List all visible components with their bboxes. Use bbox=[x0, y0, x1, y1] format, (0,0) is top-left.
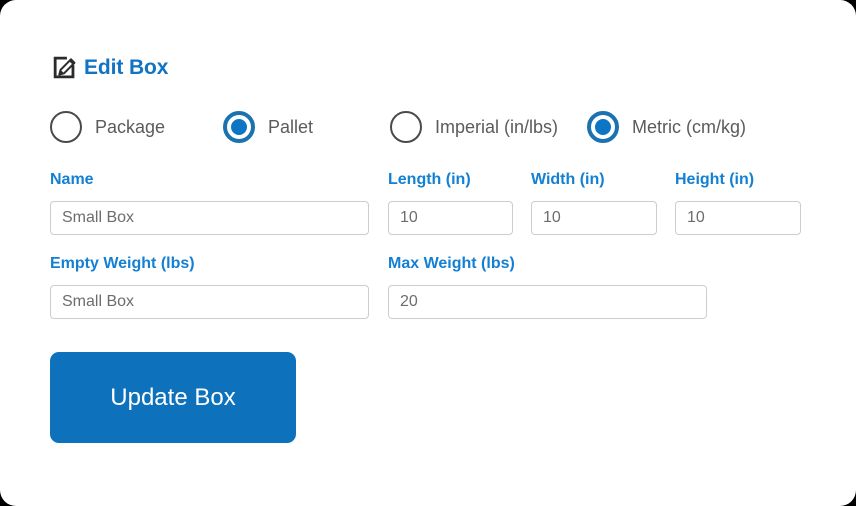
height-input[interactable] bbox=[675, 201, 801, 235]
form-content: Edit Box Package Pallet Imperial (in/lbs… bbox=[50, 50, 816, 443]
radio-option-package[interactable]: Package bbox=[50, 111, 223, 143]
edit-box-card: Edit Box Package Pallet Imperial (in/lbs… bbox=[0, 0, 856, 506]
field-group-name: Name bbox=[50, 172, 369, 235]
radio-icon-pallet[interactable] bbox=[223, 111, 255, 143]
name-input[interactable] bbox=[50, 201, 369, 235]
radio-label-imperial: Imperial (in/lbs) bbox=[435, 117, 559, 137]
label-max-weight: Max Weight (lbs) bbox=[388, 255, 515, 272]
field-group-height: Height (in) bbox=[675, 172, 801, 235]
radio-option-imperial[interactable]: Imperial (in/lbs) bbox=[390, 111, 587, 143]
field-group-empty-weight: Empty Weight (lbs) bbox=[50, 256, 369, 319]
label-empty-weight: Empty Weight (lbs) bbox=[50, 255, 195, 272]
radio-icon-package[interactable] bbox=[50, 111, 82, 143]
radio-label-package: Package bbox=[95, 117, 166, 137]
weights-row: Empty Weight (lbs) Max Weight (lbs) bbox=[50, 256, 816, 319]
radio-icon-metric[interactable] bbox=[587, 111, 619, 143]
radio-label-metric: Metric (cm/kg) bbox=[632, 117, 746, 137]
actions-row: Update Box bbox=[50, 352, 816, 443]
options-row: Package Pallet Imperial (in/lbs) Metric … bbox=[50, 110, 816, 144]
field-group-width: Width (in) bbox=[531, 172, 657, 235]
field-group-length: Length (in) bbox=[388, 172, 513, 235]
field-group-max-weight: Max Weight (lbs) bbox=[388, 256, 707, 319]
label-height: Height (in) bbox=[675, 171, 755, 188]
length-input[interactable] bbox=[388, 201, 513, 235]
page-title: Edit Box bbox=[84, 55, 169, 79]
label-name: Name bbox=[50, 171, 94, 188]
max-weight-input[interactable] bbox=[388, 285, 707, 319]
label-length: Length (in) bbox=[388, 171, 471, 188]
update-box-button[interactable]: Update Box bbox=[50, 352, 296, 443]
width-input[interactable] bbox=[531, 201, 657, 235]
form-header: Edit Box bbox=[50, 50, 816, 84]
dimensions-row: Name Length (in) Width (in) Height (in) bbox=[50, 172, 816, 235]
edit-pencil-square-icon bbox=[50, 52, 80, 82]
radio-option-pallet[interactable]: Pallet bbox=[223, 111, 390, 143]
radio-label-pallet: Pallet bbox=[268, 117, 314, 137]
empty-weight-input[interactable] bbox=[50, 285, 369, 319]
radio-icon-imperial[interactable] bbox=[390, 111, 422, 143]
label-width: Width (in) bbox=[531, 171, 605, 188]
radio-option-metric[interactable]: Metric (cm/kg) bbox=[587, 111, 767, 143]
